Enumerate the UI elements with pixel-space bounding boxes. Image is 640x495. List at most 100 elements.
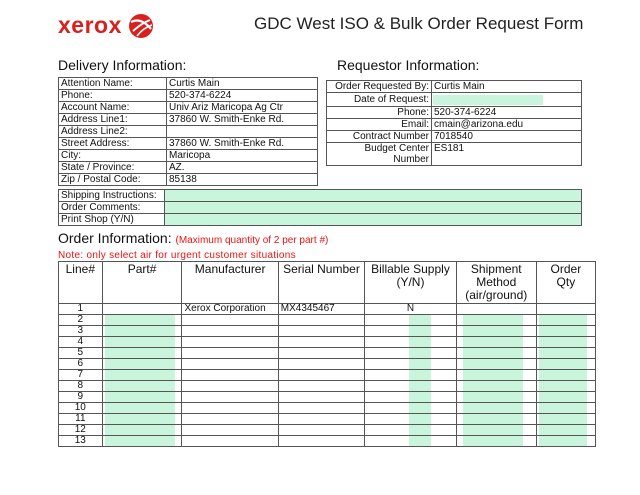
order-cell-manufacturer[interactable]	[181, 336, 279, 348]
order-cell-manufacturer[interactable]	[181, 380, 279, 392]
order-input-fill[interactable]	[409, 403, 432, 413]
requestor-value[interactable]: ES181	[431, 142, 582, 166]
order-input-fill[interactable]	[538, 326, 587, 336]
shipping-input[interactable]	[164, 201, 582, 214]
order-cell-billable[interactable]	[364, 336, 457, 348]
order-cell-part[interactable]	[101, 435, 183, 447]
order-cell-manufacturer[interactable]	[181, 435, 279, 447]
order-cell-shipment[interactable]	[455, 314, 537, 326]
requestor-value[interactable]: 520-374-6224	[431, 106, 582, 119]
order-cell-part[interactable]	[101, 303, 183, 315]
order-input-fill[interactable]	[462, 348, 523, 358]
order-cell-serial[interactable]	[277, 369, 366, 381]
date-of-request-field[interactable]	[431, 92, 582, 107]
order-cell-qty[interactable]	[535, 369, 597, 381]
order-input-fill[interactable]	[104, 381, 175, 391]
order-input-fill[interactable]	[538, 392, 587, 402]
order-cell-manufacturer[interactable]	[181, 391, 279, 403]
order-cell-part[interactable]	[101, 369, 183, 381]
order-input-fill[interactable]	[104, 403, 175, 413]
order-input-fill[interactable]	[538, 425, 587, 435]
order-cell-part[interactable]	[101, 358, 183, 370]
order-input-fill[interactable]	[409, 370, 432, 380]
order-cell-shipment[interactable]	[455, 369, 537, 381]
order-cell-part[interactable]	[101, 424, 183, 436]
order-cell-billable[interactable]	[364, 347, 457, 359]
order-input-fill[interactable]	[104, 425, 175, 435]
order-cell-part[interactable]	[101, 380, 183, 392]
order-cell-billable[interactable]	[364, 380, 457, 392]
order-cell-serial[interactable]: MX4345467	[277, 303, 366, 315]
order-cell-part[interactable]	[101, 402, 183, 414]
order-cell-shipment[interactable]	[455, 380, 537, 392]
order-cell-manufacturer[interactable]	[181, 369, 279, 381]
order-cell-shipment[interactable]	[455, 402, 537, 414]
order-input-fill[interactable]	[409, 337, 432, 347]
order-cell-part[interactable]	[101, 347, 183, 359]
order-input-fill[interactable]	[538, 337, 587, 347]
order-input-fill[interactable]	[462, 326, 523, 336]
order-cell-manufacturer[interactable]	[181, 358, 279, 370]
order-cell-billable[interactable]	[364, 369, 457, 381]
order-cell-serial[interactable]	[277, 314, 366, 326]
order-input-fill[interactable]	[104, 436, 175, 446]
order-input-fill[interactable]	[462, 425, 523, 435]
order-cell-part[interactable]	[101, 336, 183, 348]
order-input-fill[interactable]	[462, 359, 523, 369]
order-cell-serial[interactable]	[277, 424, 366, 436]
order-input-fill[interactable]	[462, 315, 523, 325]
order-input-fill[interactable]	[104, 359, 175, 369]
order-input-fill[interactable]	[409, 414, 432, 424]
order-input-fill[interactable]	[409, 392, 432, 402]
order-input-fill[interactable]	[462, 403, 523, 413]
order-cell-qty[interactable]	[535, 358, 597, 370]
order-cell-billable[interactable]	[364, 435, 457, 447]
order-input-fill[interactable]	[462, 381, 523, 391]
order-cell-manufacturer[interactable]	[181, 325, 279, 337]
order-cell-qty[interactable]	[535, 435, 597, 447]
order-cell-manufacturer[interactable]	[181, 347, 279, 359]
order-input-fill[interactable]	[409, 348, 432, 358]
order-cell-billable[interactable]	[364, 413, 457, 425]
order-input-fill[interactable]	[538, 414, 587, 424]
delivery-value[interactable]: Maricopa	[166, 149, 318, 162]
delivery-value[interactable]	[166, 125, 318, 138]
order-cell-billable[interactable]	[364, 314, 457, 326]
order-input-fill[interactable]	[409, 381, 432, 391]
order-input-fill[interactable]	[104, 315, 175, 325]
order-cell-part[interactable]	[101, 314, 183, 326]
order-cell-billable[interactable]	[364, 402, 457, 414]
order-cell-qty[interactable]	[535, 402, 597, 414]
requestor-value[interactable]: 7018540	[431, 130, 582, 143]
order-input-fill[interactable]	[538, 370, 587, 380]
order-cell-manufacturer[interactable]	[181, 413, 279, 425]
delivery-value[interactable]: Curtis Main	[166, 77, 318, 90]
order-cell-part[interactable]	[101, 413, 183, 425]
order-input-fill[interactable]	[462, 414, 523, 424]
order-input-fill[interactable]	[538, 403, 587, 413]
order-cell-qty[interactable]	[535, 325, 597, 337]
order-cell-qty[interactable]	[535, 303, 597, 315]
order-cell-shipment[interactable]	[455, 325, 537, 337]
order-input-fill[interactable]	[538, 381, 587, 391]
order-cell-qty[interactable]	[535, 413, 597, 425]
order-cell-manufacturer[interactable]	[181, 314, 279, 326]
shipping-input[interactable]	[164, 213, 582, 226]
order-input-fill[interactable]	[462, 436, 523, 446]
order-input-fill[interactable]	[409, 425, 432, 435]
delivery-value[interactable]: Univ Ariz Maricopa Ag Ctr	[166, 101, 318, 114]
order-cell-part[interactable]	[101, 391, 183, 403]
order-input-fill[interactable]	[538, 315, 587, 325]
order-input-fill[interactable]	[409, 359, 432, 369]
order-cell-billable[interactable]	[364, 391, 457, 403]
order-cell-serial[interactable]	[277, 336, 366, 348]
order-cell-shipment[interactable]	[455, 358, 537, 370]
order-cell-shipment[interactable]	[455, 424, 537, 436]
order-cell-shipment[interactable]	[455, 336, 537, 348]
order-cell-serial[interactable]	[277, 380, 366, 392]
order-input-fill[interactable]	[538, 436, 587, 446]
order-cell-qty[interactable]	[535, 336, 597, 348]
order-cell-shipment[interactable]	[455, 391, 537, 403]
order-cell-shipment[interactable]	[455, 303, 537, 315]
requestor-value[interactable]: Curtis Main	[431, 80, 582, 93]
